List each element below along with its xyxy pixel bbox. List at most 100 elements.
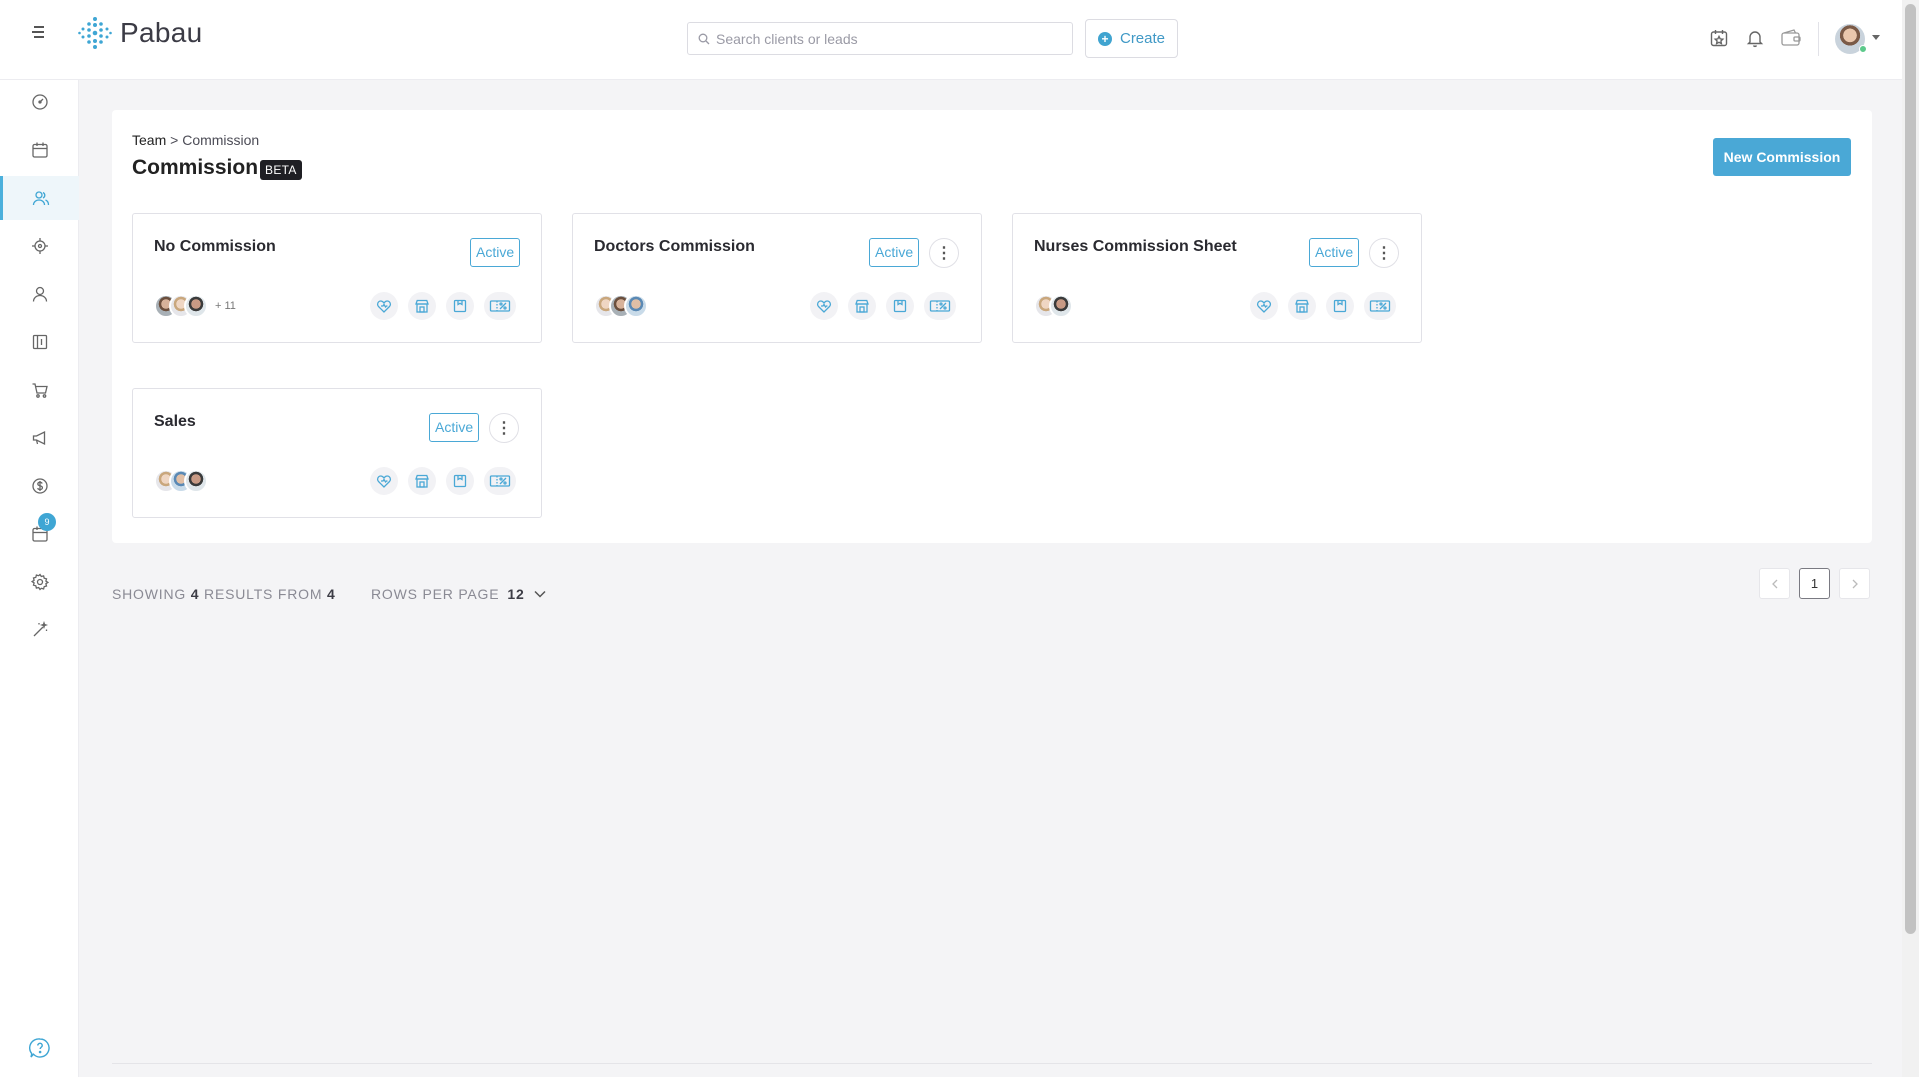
menu-toggle-icon[interactable]	[30, 26, 48, 42]
sidebar-item-appointments[interactable]: 9	[0, 512, 79, 556]
logo[interactable]: Pabau	[78, 16, 202, 50]
breadcrumb: Team > Commission	[132, 132, 259, 148]
more-options-icon[interactable]: ⋮	[1369, 238, 1399, 268]
store-icon	[408, 467, 436, 495]
online-status-dot	[1859, 45, 1867, 53]
settings-icon	[30, 573, 49, 591]
calendar-star-icon[interactable]	[1708, 27, 1730, 49]
sidebar-item-settings[interactable]	[0, 560, 79, 604]
package-icon	[886, 292, 914, 320]
sidebar-item-store[interactable]	[0, 368, 79, 412]
page-button[interactable]: 1	[1799, 568, 1830, 599]
pagination: 1	[1759, 568, 1870, 599]
pabau-logo-icon	[78, 17, 112, 49]
store-icon	[408, 292, 436, 320]
avatar	[624, 294, 648, 318]
cart-icon	[32, 383, 48, 398]
status-badge[interactable]: Active	[869, 238, 920, 267]
header-divider	[1818, 22, 1819, 56]
sidebar-item-dashboard[interactable]	[0, 80, 79, 124]
package-icon	[446, 292, 474, 320]
avatar	[184, 294, 208, 318]
card-category-icons	[370, 292, 516, 320]
calendar-icon	[31, 142, 48, 158]
card-title: Nurses Commission Sheet	[1034, 238, 1237, 255]
showing-label: SHOWING	[112, 586, 187, 602]
card-category-icons	[810, 292, 956, 320]
dashboard-icon	[31, 94, 48, 110]
megaphone-icon	[32, 430, 45, 446]
store-icon	[848, 292, 876, 320]
bottom-divider	[112, 1063, 1872, 1064]
status-badge[interactable]: Active	[470, 238, 521, 267]
status-badge[interactable]: Active	[429, 413, 480, 442]
showing-count: 4	[190, 586, 200, 602]
help-icon	[28, 1038, 50, 1058]
scrollbar-thumb[interactable]	[1905, 4, 1916, 934]
wallet-icon[interactable]	[1780, 27, 1802, 49]
discount-ticket-icon	[484, 467, 516, 495]
user-icon	[32, 286, 47, 302]
status-badge[interactable]: Active	[1309, 238, 1360, 267]
team-icon	[32, 191, 50, 206]
search-box[interactable]	[687, 22, 1073, 55]
sidebar-item-calendar[interactable]	[0, 128, 79, 172]
commission-card[interactable]: No Commission Active + 11	[132, 213, 542, 343]
card-category-icons	[370, 467, 516, 495]
staff-avatars[interactable]	[154, 469, 208, 493]
results-from-label: RESULTS FROM	[204, 586, 323, 602]
sidebar-item-clients[interactable]	[0, 272, 79, 316]
commission-card[interactable]: Sales Active ⋮	[132, 388, 542, 518]
dollar-icon	[31, 478, 48, 494]
breadcrumb-current: Commission	[182, 132, 260, 148]
magic-wand-icon	[33, 621, 48, 637]
bell-icon[interactable]	[1744, 27, 1766, 49]
more-options-icon[interactable]: ⋮	[929, 238, 959, 268]
discount-ticket-icon	[924, 292, 956, 320]
create-button[interactable]: + Create	[1085, 19, 1178, 58]
avatar	[184, 469, 208, 493]
services-heart-icon	[1250, 292, 1278, 320]
beta-badge: BETA	[260, 160, 302, 180]
more-options-icon[interactable]: ⋮	[489, 413, 519, 443]
breadcrumb-team-link[interactable]: Team	[132, 132, 166, 148]
chevron-down-icon	[534, 590, 546, 598]
sidebar-item-marketing[interactable]	[0, 416, 79, 460]
help-button[interactable]	[0, 1026, 79, 1070]
prev-page-button[interactable]	[1759, 568, 1790, 599]
staff-avatars[interactable]: + 11	[154, 294, 236, 318]
sidebar-item-leads[interactable]	[0, 224, 79, 268]
reports-icon	[32, 334, 47, 350]
sidebar-item-team[interactable]	[0, 176, 79, 220]
avatar	[1049, 294, 1073, 318]
create-button-label: Create	[1119, 30, 1166, 47]
new-commission-button[interactable]: New Commission	[1713, 138, 1851, 176]
store-icon	[1288, 292, 1316, 320]
staff-avatars[interactable]	[594, 294, 648, 318]
commission-panel: Team > Commission Commission BETA New Co…	[112, 110, 1872, 543]
search-input[interactable]	[716, 30, 1056, 47]
chevron-down-icon[interactable]	[1872, 35, 1880, 40]
notification-badge: 9	[38, 513, 56, 531]
staff-avatars[interactable]	[1034, 294, 1073, 318]
results-summary: SHOWING 4 RESULTS FROM 4	[112, 586, 336, 602]
plus-circle-icon: +	[1097, 31, 1112, 46]
rows-per-page-select[interactable]: ROWS PER PAGE 12	[371, 586, 547, 602]
commission-card[interactable]: Doctors Commission Active ⋮	[572, 213, 982, 343]
chevron-left-icon	[1771, 579, 1777, 588]
sidebar-item-reports[interactable]	[0, 320, 79, 364]
sidebar-item-setup[interactable]	[0, 608, 79, 652]
card-title: No Commission	[154, 238, 276, 255]
chevron-right-icon	[1852, 579, 1858, 588]
services-heart-icon	[810, 292, 838, 320]
commission-card[interactable]: Nurses Commission Sheet Active ⋮	[1012, 213, 1422, 343]
breadcrumb-separator: >	[170, 132, 179, 148]
rows-per-page-value: 12	[507, 586, 525, 602]
next-page-button[interactable]	[1839, 568, 1870, 599]
sidebar-item-financial[interactable]	[0, 464, 79, 508]
package-icon	[446, 467, 474, 495]
sidebar: 9	[0, 80, 79, 1077]
page-title: Commission BETA	[132, 156, 302, 180]
page-scrollbar[interactable]	[1902, 0, 1919, 1077]
top-bar: Pabau + Create	[0, 0, 1902, 80]
